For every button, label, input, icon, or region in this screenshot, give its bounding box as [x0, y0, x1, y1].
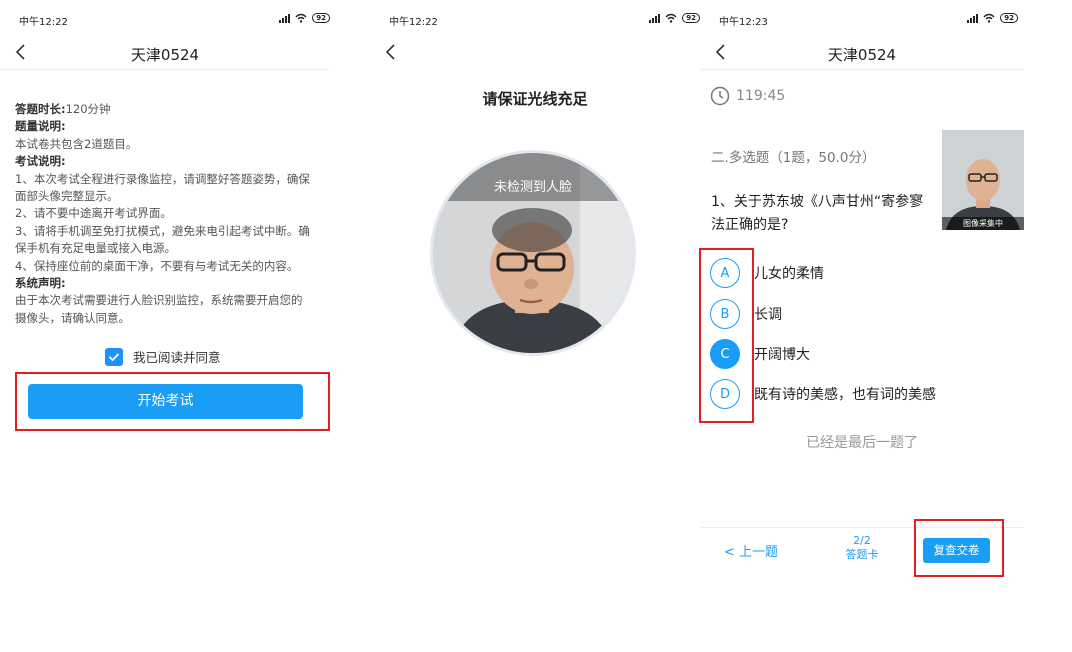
light-tip: 请保证光线充足 [482, 90, 588, 108]
signal-icon [967, 13, 979, 23]
options-highlight-box [699, 248, 754, 423]
status-time: 中午12:23 [719, 17, 768, 28]
face-status-text: 未检测到人脸 [433, 153, 633, 201]
timer-value: 119:45 [736, 88, 786, 104]
option-a-text: 儿女的柔情 [754, 266, 824, 282]
system-a: 由于本次考试需要进行人脸识别监控，系统需要开启您的 [15, 293, 303, 308]
battery-icon: 92 [312, 13, 330, 23]
count-text: 本试卷共包含2道题目。 [15, 136, 138, 151]
option-d-text: 既有诗的美感，也有词的美感 [754, 387, 936, 403]
rule-3a: 3、请将手机调至免打扰模式，避免来电引起考试中断。确 [15, 223, 310, 238]
agree-checkbox[interactable] [105, 347, 123, 366]
wifi-icon [665, 13, 677, 23]
question-screen: 中午12:23 92 天津0524 119:45 二.多选题（1题，50.0分）… [699, 0, 1030, 652]
clock-icon [710, 86, 730, 106]
rule-3b: 保手机有充足电量或接入电源。 [15, 241, 176, 256]
submit-highlight-box [914, 519, 1004, 577]
agree-row[interactable]: 我已阅读并同意 [105, 347, 221, 366]
system-b: 摄像头，请确认同意。 [15, 310, 130, 325]
question-text: 1、关于苏东坡《八声甘州“寄参寥 法正确的是? [711, 191, 951, 237]
nav-bar: 天津0524 [700, 38, 1024, 70]
option-c-text: 开阔博大 [754, 347, 810, 363]
rules-label: 考试说明: [15, 154, 66, 169]
question-line-2: 法正确的是? [711, 217, 789, 233]
rule-1b: 面部头像完整显示。 [15, 189, 119, 204]
nav-bar: 天津0524 [0, 38, 330, 70]
prev-question-button[interactable]: < 上一题 [724, 541, 778, 560]
signal-icon [279, 13, 291, 23]
system-label: 系统声明: [15, 276, 66, 291]
page-title: 天津0524 [130, 46, 200, 64]
last-question-tip: 已经是最后一题了 [806, 435, 918, 451]
answer-card-button[interactable]: 2/2 答题卡 [834, 534, 890, 562]
countdown-timer: 119:45 [710, 86, 785, 106]
signal-icon [649, 13, 661, 23]
card-label: 答题卡 [845, 548, 879, 561]
status-time: 中午12:22 [389, 17, 438, 28]
camera-status-label: 图像采集中 [942, 217, 1024, 230]
status-bar: 中午12:22 92 [19, 13, 330, 28]
rule-2: 2、请不要中途离开考试界面。 [15, 206, 172, 221]
wifi-icon [983, 13, 995, 23]
duration-value: 120分钟 [65, 102, 111, 116]
status-time: 中午12:22 [19, 17, 68, 28]
camera-preview: 未检测到人脸 [430, 150, 636, 356]
face-check-screen: 中午12:22 92 请保证光线充足 未检测到人脸 [370, 0, 700, 652]
face-image [942, 130, 1024, 230]
status-bar: 中午12:23 92 [719, 13, 1018, 28]
question-type: 二.多选题（1题，50.0分） [711, 150, 876, 166]
status-bar: 中午12:22 92 [389, 13, 700, 28]
rule-1a: 1、本次考试全程进行录像监控，请调整好答题姿势，确保 [15, 171, 310, 186]
option-b-text: 长调 [754, 307, 782, 323]
agree-label: 我已阅读并同意 [133, 350, 221, 365]
battery-icon: 92 [1000, 13, 1018, 23]
nav-bar [370, 38, 700, 70]
battery-icon: 92 [682, 13, 700, 23]
count-label: 题量说明: [15, 119, 66, 134]
duration-label: 答题时长: [15, 102, 66, 116]
exam-instructions: 答题时长:120分钟 题量说明: 本试卷共包含2道题目。 考试说明: 1、本次考… [15, 101, 320, 327]
back-arrow-icon[interactable] [382, 40, 402, 64]
start-exam-button[interactable]: 开始考试 [28, 384, 303, 419]
camera-thumbnail: 图像采集中 [942, 130, 1024, 230]
rule-4: 4、保持座位前的桌面干净，不要有与考试无关的内容。 [15, 258, 299, 273]
page-title: 天津0524 [827, 46, 897, 64]
wifi-icon [295, 13, 307, 23]
checkmark-icon [108, 352, 120, 361]
exam-info-screen: 中午12:22 92 天津0524 答题时长:120分钟 题量说明: 本试卷共包… [0, 0, 330, 652]
question-line-1: 1、关于苏东坡《八声甘州“寄参寥 [711, 194, 924, 210]
card-progress: 2/2 [853, 534, 871, 547]
